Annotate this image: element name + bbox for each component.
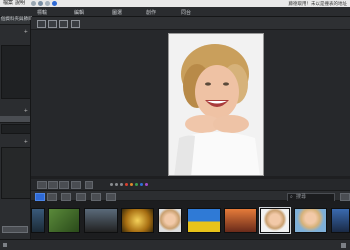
metadata-box [1,147,31,199]
next-icon[interactable] [59,181,69,189]
thumbnail[interactable] [121,208,154,233]
portrait-image [169,34,263,175]
tags-header[interactable] [0,116,30,123]
rating-dot[interactable] [120,183,123,186]
playback-controls [31,179,350,190]
thumbnail[interactable] [158,208,182,233]
tab-share[interactable]: 同台 [181,9,191,16]
compare-view-icon[interactable] [59,20,68,28]
nav-back-icon[interactable] [31,1,36,6]
left-panel: 個資料夾與節目 + + + [0,17,33,239]
view-toolbar [31,17,350,30]
menu-bar: 檔案 說明 藤德取用！未以是撞表的地址 [0,0,350,7]
label-purple-dot[interactable] [145,183,148,186]
add-item-icon[interactable]: + [24,139,28,145]
tags-list[interactable] [1,124,31,134]
info-icon[interactable] [52,1,57,6]
tab-view[interactable]: 圖選 [112,9,122,16]
filmstrip-view-icon[interactable] [35,193,45,201]
home-icon[interactable] [45,1,50,6]
zoom-icon[interactable] [106,193,116,201]
nav-forward-icon[interactable] [38,1,43,6]
last-icon[interactable] [71,181,81,189]
thumbnail[interactable] [294,208,327,233]
label-blue-dot[interactable] [140,183,143,186]
thumbnail[interactable] [31,208,45,233]
label-red-dot[interactable] [125,183,128,186]
add-folder-icon[interactable]: + [24,29,28,35]
label-orange-dot[interactable] [130,183,133,186]
single-view-icon[interactable] [48,20,57,28]
add-tag-icon[interactable]: + [24,108,28,114]
menu-help[interactable]: 說明 [15,1,25,6]
tab-create[interactable]: 創作 [146,9,156,16]
tab-edit[interactable]: 編輯 [74,9,84,16]
rating-dot[interactable] [115,183,118,186]
filmstrip-toolbar: ⌕ 搜尋 [31,190,350,202]
filter-icon[interactable] [76,193,86,201]
search-icon: ⌕ [290,194,293,200]
panel-toggle-icon[interactable] [340,193,350,201]
menu-file[interactable]: 檔案 [3,1,13,6]
label-green-dot[interactable] [135,183,138,186]
fullscreen-icon[interactable] [71,20,80,28]
search-placeholder: 搜尋 [296,194,307,200]
tab-browse[interactable]: 標輸 [37,9,47,16]
status-icon [3,243,7,247]
thumbnail[interactable] [48,208,80,233]
selected-thumbnail[interactable] [259,207,291,234]
thumbnail[interactable] [224,208,257,233]
thumbnail[interactable] [331,208,350,233]
status-bar [0,239,350,250]
folders-header: 個資料夾與節目 [0,17,33,25]
status-right-icon[interactable] [341,243,346,248]
folder-tree[interactable] [1,45,31,99]
prev-icon[interactable] [48,181,58,189]
grid-view-icon[interactable] [37,20,46,28]
folders-header-label: 個資料夾與節目 [1,17,33,22]
rotate-icon[interactable] [85,181,93,189]
main-photo [168,33,264,176]
list-view-icon[interactable] [47,193,57,201]
thumbnail[interactable] [84,208,118,233]
rating-dot[interactable] [110,183,113,186]
first-icon[interactable] [37,181,47,189]
select-icon[interactable] [91,193,101,201]
import-button[interactable] [2,226,28,233]
module-tabs: 標輸 編輯 圖選 創作 同台 [0,7,350,17]
sort-icon[interactable] [61,193,71,201]
thumbnail[interactable] [187,208,221,233]
